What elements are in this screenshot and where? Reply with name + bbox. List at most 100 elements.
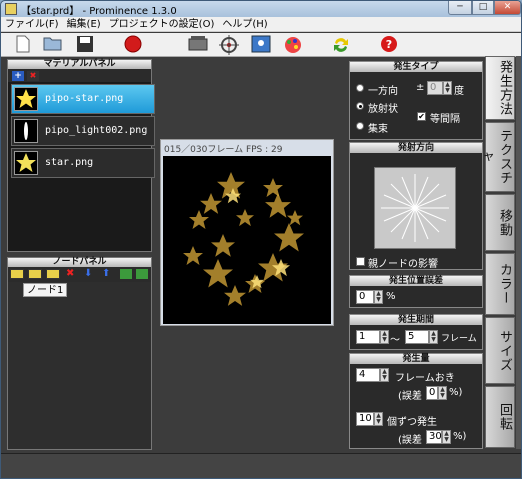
position-error-unit: % [386, 291, 396, 302]
generation-amount-section: 発生量 4 ▲ ▼ フレームおき (誤差 0 ▲ ▼ %) 10 ▲ ▼ 個ずつ発生 … [349, 353, 483, 449]
palette-icon[interactable] [283, 35, 303, 55]
count-error-input[interactable]: 30 [426, 430, 442, 444]
angle-unit-label: 度 [454, 86, 464, 97]
outdent-icon[interactable] [136, 269, 148, 279]
frame-interval-stepper[interactable]: ▲ ▼ [380, 368, 389, 382]
tab-color[interactable]: カラー [485, 253, 515, 315]
add-node-icon[interactable] [10, 269, 24, 279]
stop-icon[interactable] [123, 35, 143, 55]
delete-node-icon[interactable]: ✖ [66, 269, 78, 279]
emit-direction-title: 発射方向 [350, 143, 482, 153]
indent-icon[interactable] [120, 269, 132, 279]
particle-count-input[interactable]: 10 [356, 412, 374, 426]
position-error-input[interactable]: 0 [356, 290, 374, 304]
preview-window: 015／030フレーム FPS : 29 [160, 139, 334, 326]
particle-count-stepper[interactable]: ▲ ▼ [374, 412, 383, 426]
svg-text:?: ? [386, 38, 392, 51]
preview-canvas[interactable] [163, 156, 331, 324]
frame-interval-input[interactable]: 4 [356, 368, 380, 382]
one-direction-label: 一方向 [368, 86, 398, 97]
window-title: 【star.prd】 - Prominence 1.3.0 [21, 6, 177, 17]
focus-label: 集束 [368, 124, 388, 135]
generation-type-section: 発生タイプ 一方向 放射状 集束 ± 0 ▲ ▼ 度 ✔ 等間隔 [349, 61, 483, 140]
error-label-2: (誤差 [398, 435, 422, 446]
error-unit-2: %) [453, 431, 467, 442]
generation-period-title: 発生期間 [350, 315, 482, 325]
period-end-input[interactable]: 5 [405, 330, 429, 344]
position-error-stepper[interactable]: ▲ ▼ [374, 290, 383, 304]
direction-dial[interactable] [374, 167, 456, 249]
parent-influence-checkbox[interactable] [356, 257, 365, 266]
preview-header: 015／030フレーム FPS : 29 [164, 145, 283, 155]
help-icon[interactable]: ? [379, 35, 399, 55]
light-thumbnail-icon [14, 119, 38, 143]
refresh-icon[interactable] [331, 35, 351, 55]
radial-label: 放射状 [368, 104, 398, 115]
equal-interval-label: 等間隔 [430, 114, 460, 125]
emit-direction-section: 発射方向 親ノードの影響 [349, 142, 483, 270]
node-panel-title: ノードパネル [8, 258, 151, 267]
material-label: star.png [45, 157, 94, 168]
period-start-input[interactable]: 1 [356, 330, 380, 344]
menu-project-settings[interactable]: プロジェクトの設定(O) [105, 17, 219, 32]
record-icon[interactable] [188, 35, 208, 55]
tab-size[interactable]: サイズ [485, 317, 515, 384]
star-thumbnail-icon [14, 87, 38, 111]
move-down-icon[interactable]: ⬇ [84, 269, 96, 279]
equal-interval-checkbox[interactable]: ✔ [417, 112, 426, 121]
minimize-button[interactable]: ─ [448, 1, 472, 15]
delete-material-icon[interactable]: ✖ [27, 71, 39, 81]
new-file-icon[interactable] [13, 35, 33, 55]
toolbar: ? [1, 33, 521, 57]
vertical-scrollbar[interactable] [516, 56, 521, 449]
status-bar [1, 453, 521, 478]
count-error-stepper[interactable]: ▲ ▼ [442, 430, 451, 444]
radio-one-direction[interactable] [356, 84, 364, 92]
material-list: pipo-star.png pipo_light002.png star.png [8, 82, 155, 251]
particle-count-label: 個ずつ発生 [387, 417, 437, 428]
material-item[interactable]: star.png [11, 148, 155, 178]
menu-edit[interactable]: 編集(E) [63, 17, 105, 32]
period-start-stepper[interactable]: ▲ ▼ [380, 330, 389, 344]
add-material-icon[interactable]: + [12, 71, 24, 81]
node-item[interactable]: ノード1 [23, 283, 68, 297]
radio-focus[interactable] [356, 122, 364, 130]
tab-rotation[interactable]: 回転 [485, 386, 515, 448]
frame-interval-label: フレームおき [395, 373, 455, 384]
tab-texture[interactable]: テクスチャ [478, 122, 515, 192]
radio-radial[interactable] [356, 102, 364, 110]
angle-stepper[interactable]: ▲ ▼ [443, 81, 452, 95]
node-toolbar: ✖ ⬇ ⬆ [10, 269, 150, 281]
period-unit-label: フレーム [441, 334, 477, 344]
position-error-title: 発生位置誤差 [350, 276, 482, 286]
image-icon[interactable] [251, 35, 271, 55]
menu-help[interactable]: ヘルプ(H) [218, 17, 271, 32]
frame-error-stepper[interactable]: ▲ ▼ [438, 386, 447, 400]
add-child-node-icon[interactable] [28, 269, 42, 279]
target-icon[interactable] [219, 35, 239, 55]
open-folder-icon[interactable] [43, 35, 63, 55]
save-icon[interactable] [75, 35, 95, 55]
material-item[interactable]: pipo_light002.png [11, 116, 155, 146]
position-error-section: 発生位置誤差 0 ▲ ▼ % [349, 275, 483, 308]
material-label: pipo-star.png [45, 93, 124, 104]
material-item[interactable]: pipo-star.png [11, 84, 155, 114]
material-label: pipo_light002.png [45, 125, 148, 136]
add-sibling-node-icon[interactable] [46, 269, 60, 279]
star-thumbnail-icon [14, 151, 38, 175]
close-button[interactable]: ✕ [494, 1, 521, 15]
tab-movement[interactable]: 移動 [485, 194, 515, 251]
error-label-1: (誤差 [398, 391, 422, 402]
angle-input[interactable]: 0 [427, 81, 443, 95]
material-panel-title: マテリアルパネル [8, 60, 151, 69]
tab-generation-method[interactable]: 発生方法 [485, 56, 515, 120]
plus-minus-label: ± [416, 82, 425, 93]
particle-stars [183, 172, 304, 306]
menu-file[interactable]: ファイル(F) [1, 17, 63, 32]
generation-period-section: 発生期間 1 ▲ ▼ ～ 5 ▲ ▼ フレーム [349, 314, 483, 350]
period-end-stepper[interactable]: ▲ ▼ [429, 330, 438, 344]
app-window: 【star.prd】 - Prominence 1.3.0 ─ □ ✕ ファイル… [0, 0, 522, 479]
move-up-icon[interactable]: ⬆ [102, 269, 114, 279]
maximize-button[interactable]: □ [472, 1, 494, 15]
frame-error-input[interactable]: 0 [426, 386, 438, 400]
